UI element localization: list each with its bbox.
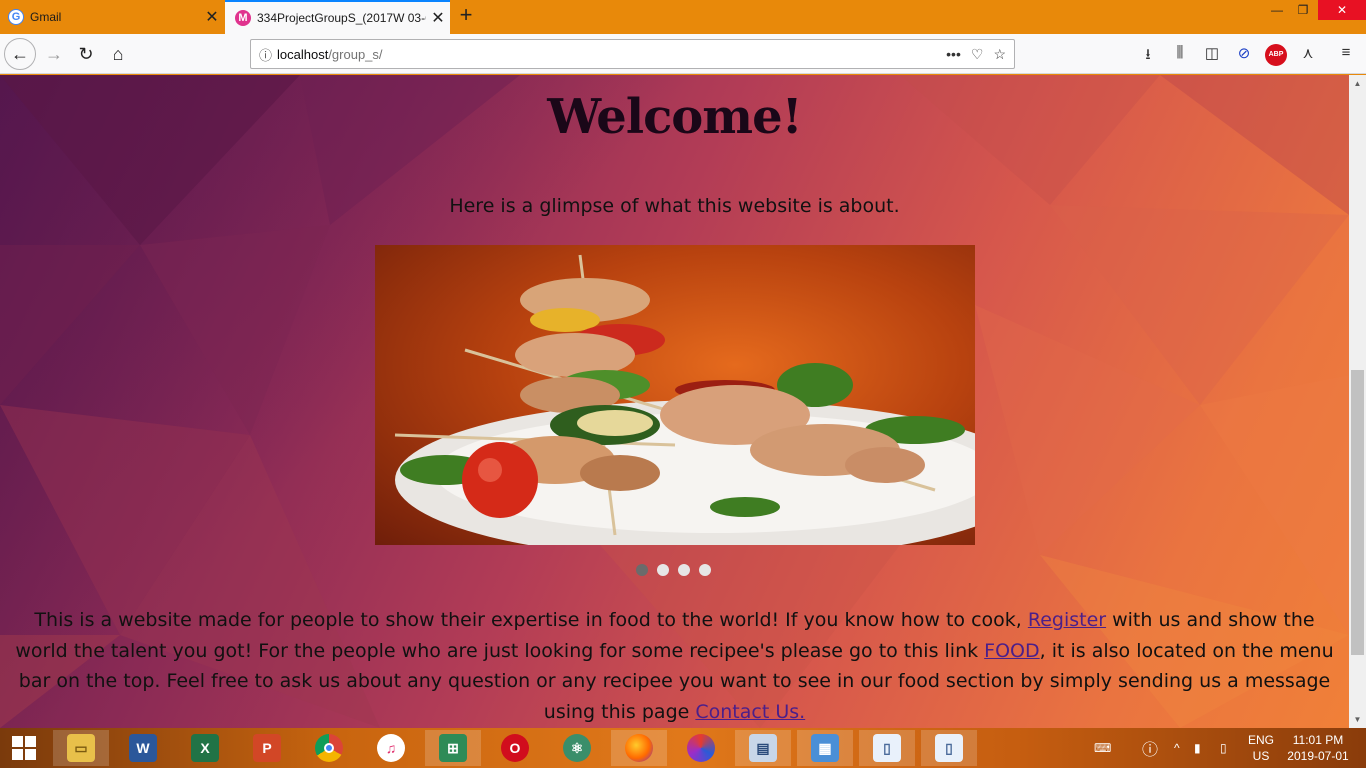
forward-button[interactable]: →	[38, 38, 70, 70]
scroll-down-arrow-icon[interactable]: ▼	[1349, 711, 1366, 728]
slide-dot-4[interactable]	[699, 564, 711, 576]
page-scrollbar[interactable]: ▲ ▼	[1349, 75, 1366, 728]
back-button[interactable]: ←	[4, 38, 36, 70]
notepad-icon-2[interactable]: ▯	[921, 730, 977, 766]
file-explorer-icon[interactable]: ▭	[53, 730, 109, 766]
powerpoint-icon[interactable]: P	[239, 730, 295, 766]
app-swirl-icon[interactable]	[673, 730, 729, 766]
tab-label: 334ProjectGroupS_(2017W 03-6	[257, 11, 426, 25]
home-button[interactable]: ⌂	[102, 38, 134, 70]
task-manager-icon[interactable]: ▤	[735, 730, 791, 766]
food-skewer-image	[394, 254, 975, 545]
language-indicator[interactable]: ENG US	[1246, 732, 1276, 764]
help-icon[interactable]: ⓘ	[1142, 728, 1158, 768]
page-actions-icon[interactable]: •••	[946, 46, 961, 63]
reload-button[interactable]: ↻	[70, 38, 102, 70]
url-path: /group_s/	[328, 46, 383, 62]
food-link[interactable]: FOOD	[984, 640, 1039, 662]
close-tab-icon[interactable]: ✕	[426, 8, 450, 28]
blocker-icon[interactable]: ⊘	[1233, 44, 1255, 66]
site-icon: M	[235, 10, 251, 26]
bookmark-star-icon[interactable]: ☆	[993, 46, 1006, 63]
tab-label: Gmail	[30, 10, 62, 24]
clock-time: 11:01 PM	[1292, 733, 1344, 747]
new-tab-button[interactable]: +	[454, 4, 478, 28]
word-icon[interactable]: W	[115, 730, 171, 766]
intro-text-1: This is a website made for people to sho…	[34, 609, 1028, 631]
gmail-icon: G	[8, 9, 24, 25]
scrollbar-thumb[interactable]	[1351, 370, 1364, 655]
page-title: Welcome!	[547, 89, 802, 145]
slideshow-dots	[636, 564, 711, 576]
chrome-icon[interactable]	[301, 730, 357, 766]
restore-button[interactable]: ❐	[1288, 0, 1318, 20]
library-icon[interactable]: ⫼	[1169, 44, 1191, 66]
atom-icon[interactable]: ⚛	[549, 730, 605, 766]
language-code: ENG	[1247, 733, 1274, 747]
pocket-icon[interactable]: ♡	[971, 46, 984, 63]
extension-icon[interactable]: ⋏	[1297, 44, 1319, 66]
notepad-icon[interactable]: ▯	[859, 730, 915, 766]
region-code: US	[1252, 749, 1270, 763]
scroll-up-arrow-icon[interactable]: ▲	[1349, 75, 1366, 92]
tab-project[interactable]: M 334ProjectGroupS_(2017W 03-6 ✕	[225, 0, 450, 34]
url-host: localhost	[277, 46, 329, 62]
info-icon[interactable]: ⓘ	[259, 45, 277, 64]
register-link[interactable]: Register	[1028, 609, 1106, 631]
page-content: Welcome! Here is a glimpse of what this …	[0, 75, 1349, 728]
adblock-icon[interactable]: ABP	[1265, 44, 1287, 66]
windows-logo-icon	[12, 736, 36, 760]
sidebar-icon[interactable]: ◫	[1201, 44, 1223, 66]
excel-icon[interactable]: X	[177, 730, 233, 766]
app-green-icon[interactable]: ⊞	[425, 730, 481, 766]
control-panel-icon[interactable]: ▦	[797, 730, 853, 766]
battery-icon[interactable]: ▯	[1220, 728, 1227, 768]
firefox-icon[interactable]	[611, 730, 667, 766]
opera-icon[interactable]: O	[487, 730, 543, 766]
close-tab-icon[interactable]: ✕	[200, 7, 224, 27]
navigation-bar: ← → ↻ ⌂ ⓘ localhost/group_s/ ••• ♡ ☆ ⭳ ⫼…	[0, 34, 1366, 74]
intro-paragraph: This is a website made for people to sho…	[12, 605, 1337, 727]
network-icon[interactable]: ▮	[1194, 728, 1201, 768]
itunes-icon[interactable]: ♫	[363, 730, 419, 766]
menu-icon[interactable]: ≡	[1335, 44, 1357, 66]
slide-dot-2[interactable]	[657, 564, 669, 576]
slide-dot-3[interactable]	[678, 564, 690, 576]
url-bar[interactable]: ⓘ localhost/group_s/ ••• ♡ ☆	[250, 39, 1015, 69]
windows-taskbar: ▭ W X P ♫ ⊞ O ⚛ ▤ ▦ ▯ ▯ ⌨ ⓘ ^ ▮ ▯ ENG US…	[0, 728, 1366, 768]
keyboard-icon[interactable]: ⌨	[1094, 728, 1111, 768]
tab-bar: G Gmail ✕ M 334ProjectGroupS_(2017W 03-6…	[0, 0, 1366, 34]
show-hidden-icons-icon[interactable]: ^	[1174, 728, 1180, 768]
slide-dot-1[interactable]	[636, 564, 648, 576]
downloads-icon[interactable]: ⭳	[1137, 44, 1159, 66]
close-window-button[interactable]: ✕	[1318, 0, 1366, 20]
tab-gmail[interactable]: G Gmail ✕	[0, 0, 224, 34]
slideshow-image[interactable]	[375, 245, 975, 545]
contact-us-link[interactable]: Contact Us.	[695, 701, 805, 723]
page-subtitle: Here is a glimpse of what this website i…	[449, 195, 900, 217]
start-button[interactable]	[0, 728, 48, 768]
system-clock[interactable]: 11:01 PM 2019-07-01	[1285, 732, 1351, 764]
clock-date: 2019-07-01	[1287, 749, 1349, 763]
